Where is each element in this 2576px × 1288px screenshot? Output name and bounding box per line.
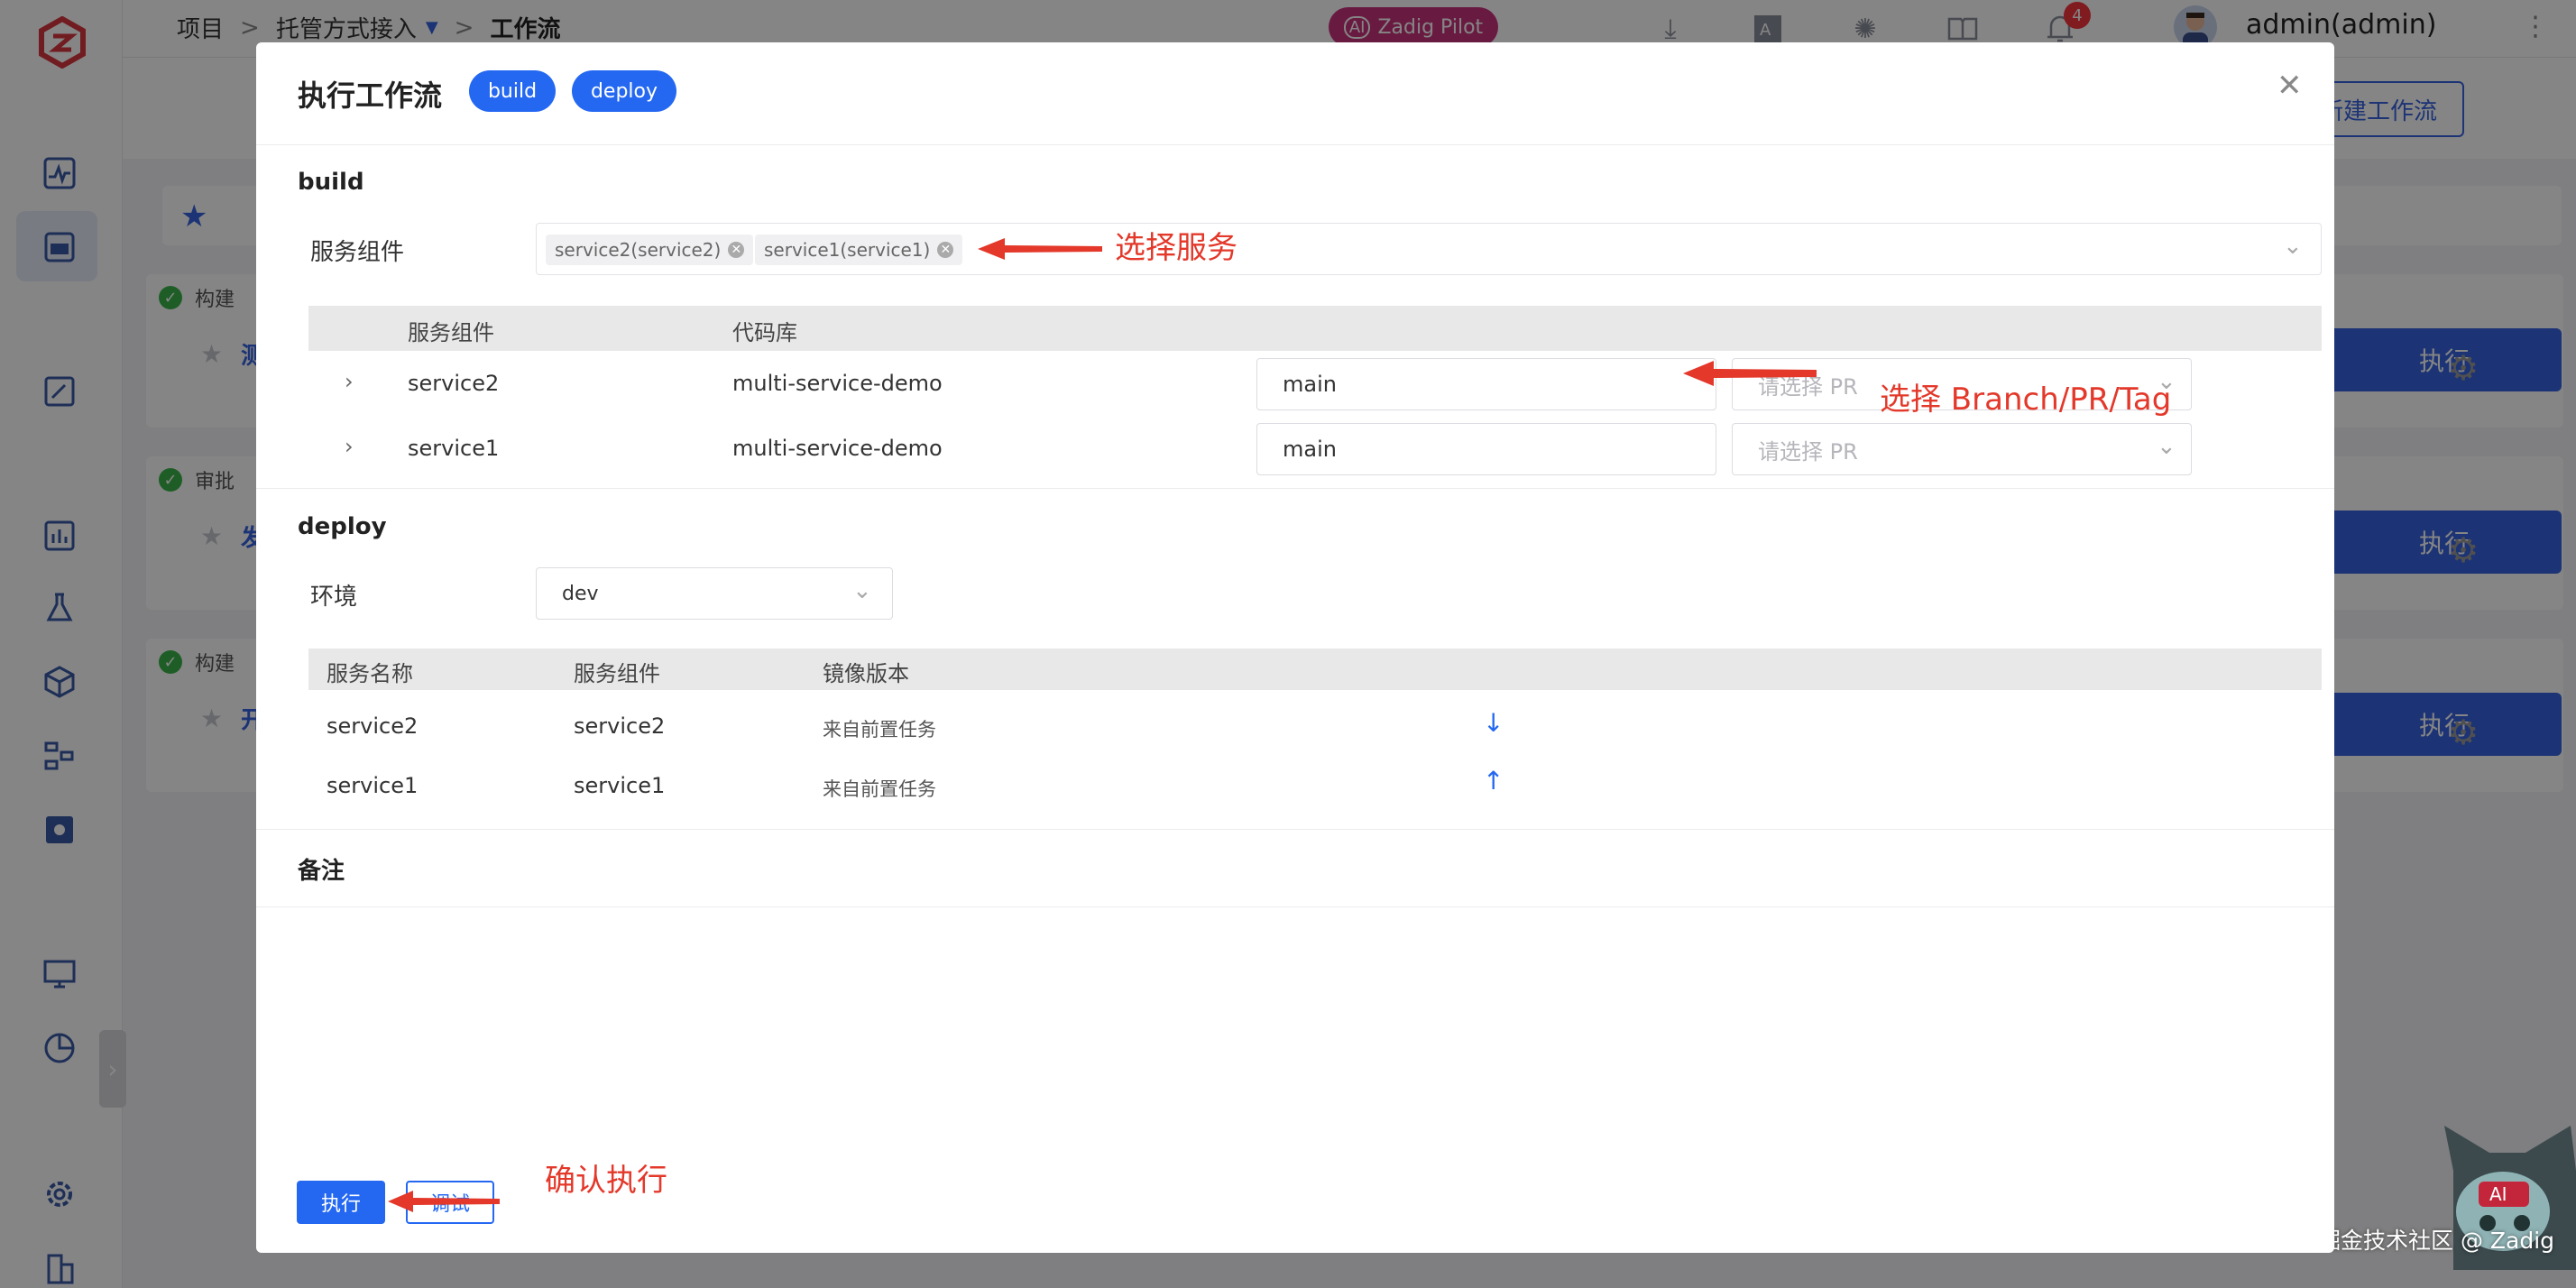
environment-label: 环境 [310,584,358,611]
chip-label: service1(service1) [764,239,931,261]
deploy-section-title: deploy [298,513,387,540]
deploy-service-component: service1 [574,773,666,798]
chevron-down-icon: ⌄ [852,577,872,604]
expand-chevron-icon[interactable]: › [345,369,354,394]
run-button[interactable]: 执行 [297,1181,385,1224]
chevron-down-icon[interactable]: ⌄ [2283,233,2303,260]
notes-area[interactable] [298,917,2291,1152]
selected-service-chip: service2(service2) ✕ [546,235,754,265]
remove-chip-icon[interactable]: ✕ [937,242,954,258]
tab-build[interactable]: build [469,70,556,112]
column-header: 服务组件 [408,320,494,345]
annotation-confirm-run: 确认执行 [545,1163,667,1199]
remove-chip-icon[interactable]: ✕ [728,242,745,258]
column-header: 服务组件 [574,661,660,686]
close-icon[interactable]: ✕ [2277,68,2303,104]
build-section-title: build [298,169,364,196]
section-divider [256,906,2334,907]
svg-text:AI: AI [2489,1183,2507,1205]
tab-deploy[interactable]: deploy [572,70,676,112]
section-divider [256,488,2334,489]
repo-name: multi-service-demo [732,436,943,461]
pr-select[interactable]: 请选择 PR ⌄ [1732,423,2192,475]
modal-title: 执行工作流 [298,78,443,113]
branch-value: main [1283,437,1337,462]
build-table-header: 服务组件 代码库 [308,306,2322,351]
notes-section-title: 备注 [298,858,345,885]
column-header: 服务名称 [327,661,413,686]
chevron-down-icon: ⌄ [2157,433,2176,460]
service-component-label: 服务组件 [310,239,405,266]
branch-select[interactable]: main [1256,358,1716,410]
watermark: 掘金技术社区 @ Zadig [2318,1228,2555,1254]
image-version: 来自前置任务 [823,719,936,741]
deploy-service-name: service2 [327,713,419,739]
repo-name: multi-service-demo [732,371,943,396]
run-workflow-modal: 执行工作流 build deploy ✕ build 服务组件 service2… [256,42,2334,1253]
annotation-select-service: 选择服务 [1115,230,1237,266]
service-name: service2 [408,371,500,396]
deploy-service-component: service2 [574,713,666,739]
selected-service-chip: service1(service1) ✕ [755,235,963,265]
deploy-service-name: service1 [327,773,419,798]
service-name: service1 [408,436,500,461]
modal-header: 执行工作流 build deploy ✕ [256,42,2334,145]
annotation-arrow-icon [978,238,1102,260]
annotation-arrow-icon [388,1191,500,1212]
arrow-up-icon[interactable]: ↑ [1483,766,1504,796]
deploy-table-header: 服务名称 服务组件 镜像版本 [308,649,2322,690]
column-header: 代码库 [732,320,797,345]
image-version: 来自前置任务 [823,778,936,800]
pr-placeholder: 请选择 PR [1758,438,1858,465]
annotation-select-branch: 选择 Branch/PR/Tag [1880,382,2172,418]
chip-label: service2(service2) [555,239,722,261]
environment-select[interactable]: dev ⌄ [536,567,893,620]
service-multiselect[interactable]: service2(service2) ✕ service1(service1) … [536,223,2322,275]
branch-value: main [1283,372,1337,397]
annotation-arrow-icon [1683,361,1817,386]
environment-value: dev [562,582,599,605]
column-header: 镜像版本 [823,661,909,686]
branch-select[interactable]: main [1256,423,1716,475]
section-divider [256,829,2334,830]
arrow-down-icon[interactable]: ↓ [1483,708,1504,738]
expand-chevron-icon[interactable]: › [345,434,354,459]
